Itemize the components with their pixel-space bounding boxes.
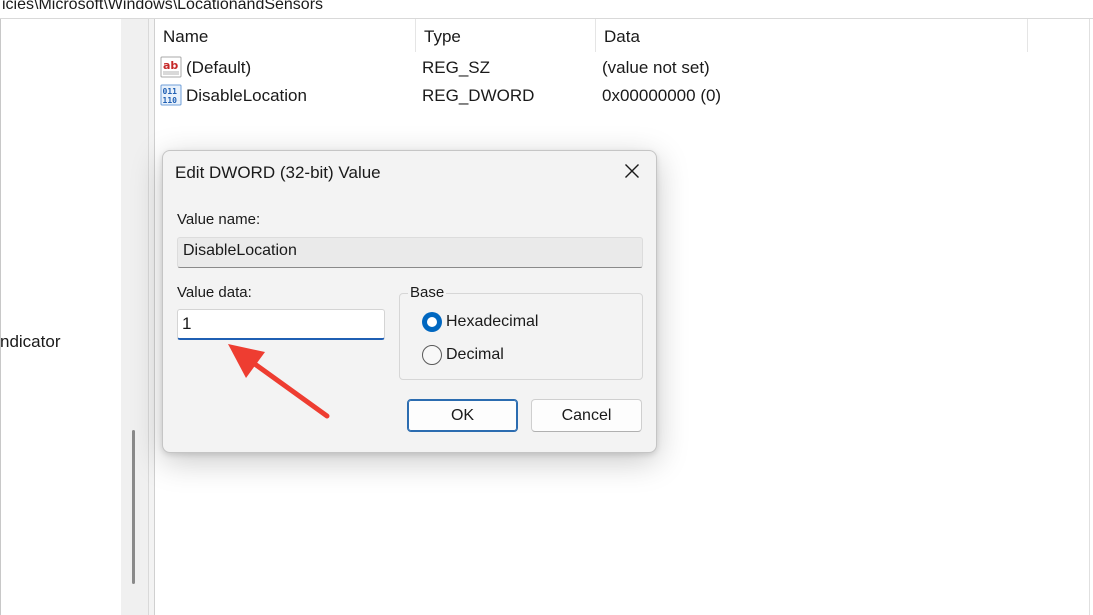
column-header-filler: [1028, 19, 1093, 52]
hexadecimal-radio[interactable]: [422, 312, 442, 332]
value-type: REG_DWORD: [422, 86, 535, 105]
tree-item[interactable]: ndicator: [0, 332, 60, 352]
svg-text:011: 011: [163, 87, 178, 96]
value-name: DisableLocation: [186, 86, 307, 105]
svg-text:ab: ab: [163, 59, 178, 72]
tree-scrollbar-thumb[interactable]: [132, 430, 135, 584]
window-right-edge: [1089, 19, 1093, 615]
close-icon: [624, 163, 640, 184]
value-name-label: Value name:: [177, 211, 261, 228]
column-header-type[interactable]: Type: [416, 19, 596, 52]
pane-splitter[interactable]: [148, 19, 155, 615]
ok-button[interactable]: OK: [407, 399, 518, 432]
close-button[interactable]: [615, 159, 649, 187]
hexadecimal-radio-label[interactable]: Hexadecimal: [446, 313, 538, 331]
value-data: 0x00000000 (0): [602, 86, 722, 105]
tree-pane: [0, 19, 121, 615]
table-row[interactable]: ab (Default) REG_SZ (value not set): [155, 53, 1093, 81]
decimal-radio[interactable]: [422, 345, 442, 365]
value-data-input[interactable]: 1: [177, 309, 385, 340]
base-group: [399, 293, 643, 380]
value-type: REG_SZ: [422, 58, 491, 77]
binary-value-icon: 011 110: [160, 84, 182, 106]
value-data-label: Value data:: [177, 284, 252, 301]
column-header-data[interactable]: Data: [596, 19, 1028, 52]
decimal-radio-label[interactable]: Decimal: [446, 346, 504, 364]
window-left-edge: [0, 19, 1, 615]
value-data: (value not set): [602, 58, 710, 77]
svg-text:110: 110: [163, 96, 178, 105]
edit-dword-dialog: Edit DWORD (32-bit) Value Value name: Di…: [162, 150, 657, 453]
value-name-field: DisableLocation: [177, 237, 643, 268]
cancel-button[interactable]: Cancel: [531, 399, 642, 432]
table-row[interactable]: 011 110 DisableLocation REG_DWORD 0x0000…: [155, 81, 1093, 109]
address-bar[interactable]: icies\Microsoft\Windows\LocationandSenso…: [0, 0, 1093, 19]
value-name: (Default): [186, 58, 252, 77]
dialog-title: Edit DWORD (32-bit) Value: [175, 163, 381, 182]
tree-scrollbar[interactable]: [121, 19, 148, 615]
address-path[interactable]: icies\Microsoft\Windows\LocationandSenso…: [2, 0, 323, 14]
string-value-icon: ab: [160, 56, 182, 78]
column-header-name[interactable]: Name: [155, 19, 416, 52]
base-group-label: Base: [408, 284, 447, 301]
